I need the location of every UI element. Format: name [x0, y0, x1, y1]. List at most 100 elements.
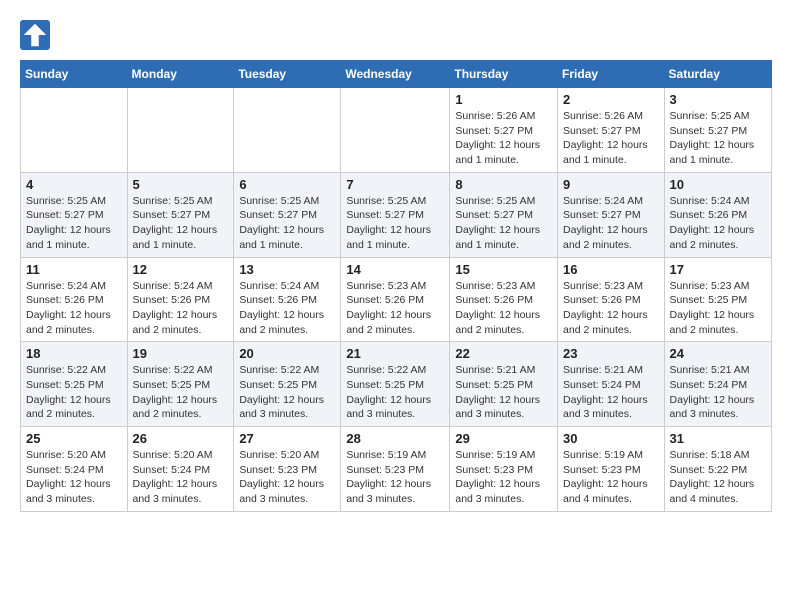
calendar-cell: 22 Sunrise: 5:21 AM Sunset: 5:25 PM Dayli… — [450, 342, 558, 427]
day-info: Sunrise: 5:25 AM Sunset: 5:27 PM Dayligh… — [26, 194, 122, 253]
calendar-cell: 19 Sunrise: 5:22 AM Sunset: 5:25 PM Dayli… — [127, 342, 234, 427]
day-info: Sunrise: 5:20 AM Sunset: 5:24 PM Dayligh… — [133, 448, 229, 507]
day-number: 4 — [26, 177, 122, 192]
page-header — [20, 20, 772, 50]
calendar-cell: 14 Sunrise: 5:23 AM Sunset: 5:26 PM Dayli… — [341, 257, 450, 342]
calendar-cell: 23Sunrise: 5:21 AM Sunset: 5:24 PM Dayli… — [558, 342, 665, 427]
calendar-cell: 24 Sunrise: 5:21 AM Sunset: 5:24 PM Dayli… — [664, 342, 771, 427]
day-number: 19 — [133, 346, 229, 361]
day-info: Sunrise: 5:22 AM Sunset: 5:25 PM Dayligh… — [239, 363, 335, 422]
day-number: 30 — [563, 431, 659, 446]
day-info: Sunrise: 5:21 AM Sunset: 5:24 PM Dayligh… — [563, 363, 659, 422]
day-info: Sunrise: 5:25 AM Sunset: 5:27 PM Dayligh… — [346, 194, 444, 253]
calendar-week-row: 18Sunrise: 5:22 AM Sunset: 5:25 PM Dayli… — [21, 342, 772, 427]
calendar-cell: 10Sunrise: 5:24 AM Sunset: 5:26 PM Dayli… — [664, 172, 771, 257]
calendar-table: SundayMondayTuesdayWednesdayThursdayFrid… — [20, 60, 772, 512]
day-info: Sunrise: 5:20 AM Sunset: 5:24 PM Dayligh… — [26, 448, 122, 507]
day-number: 5 — [133, 177, 229, 192]
day-info: Sunrise: 5:18 AM Sunset: 5:22 PM Dayligh… — [670, 448, 766, 507]
day-info: Sunrise: 5:24 AM Sunset: 5:27 PM Dayligh… — [563, 194, 659, 253]
weekday-header-monday: Monday — [127, 61, 234, 88]
day-number: 20 — [239, 346, 335, 361]
day-info: Sunrise: 5:26 AM Sunset: 5:27 PM Dayligh… — [455, 109, 552, 168]
calendar-cell — [127, 88, 234, 173]
calendar-cell: 26 Sunrise: 5:20 AM Sunset: 5:24 PM Dayli… — [127, 427, 234, 512]
calendar-cell: 5 Sunrise: 5:25 AM Sunset: 5:27 PM Daylig… — [127, 172, 234, 257]
logo — [20, 20, 54, 50]
logo-icon — [20, 20, 50, 50]
day-number: 7 — [346, 177, 444, 192]
calendar-cell: 2 Sunrise: 5:26 AM Sunset: 5:27 PM Daylig… — [558, 88, 665, 173]
weekday-header-row: SundayMondayTuesdayWednesdayThursdayFrid… — [21, 61, 772, 88]
day-number: 27 — [239, 431, 335, 446]
day-number: 13 — [239, 262, 335, 277]
day-info: Sunrise: 5:20 AM Sunset: 5:23 PM Dayligh… — [239, 448, 335, 507]
day-info: Sunrise: 5:22 AM Sunset: 5:25 PM Dayligh… — [133, 363, 229, 422]
calendar-week-row: 11 Sunrise: 5:24 AM Sunset: 5:26 PM Dayli… — [21, 257, 772, 342]
calendar-cell — [21, 88, 128, 173]
day-number: 8 — [455, 177, 552, 192]
day-info: Sunrise: 5:23 AM Sunset: 5:26 PM Dayligh… — [455, 279, 552, 338]
calendar-week-row: 25 Sunrise: 5:20 AM Sunset: 5:24 PM Dayli… — [21, 427, 772, 512]
day-number: 17 — [670, 262, 766, 277]
calendar-cell: 18Sunrise: 5:22 AM Sunset: 5:25 PM Dayli… — [21, 342, 128, 427]
day-number: 3 — [670, 92, 766, 107]
calendar-cell: 11Sunrise: 5:24 AM Sunset: 5:26 PM Dayli… — [21, 257, 128, 342]
day-number: 15 — [455, 262, 552, 277]
day-info: Sunrise: 5:23 AM Sunset: 5:26 PM Dayligh… — [563, 279, 659, 338]
day-number: 12 — [133, 262, 229, 277]
weekday-header-saturday: Saturday — [664, 61, 771, 88]
calendar-cell: 15 Sunrise: 5:23 AM Sunset: 5:26 PM Dayli… — [450, 257, 558, 342]
day-number: 21 — [346, 346, 444, 361]
calendar-cell: 3Sunrise: 5:25 AM Sunset: 5:27 PM Daylig… — [664, 88, 771, 173]
day-number: 2 — [563, 92, 659, 107]
calendar-cell: 8 Sunrise: 5:25 AM Sunset: 5:27 PM Daylig… — [450, 172, 558, 257]
weekday-header-tuesday: Tuesday — [234, 61, 341, 88]
day-info: Sunrise: 5:21 AM Sunset: 5:24 PM Dayligh… — [670, 363, 766, 422]
day-info: Sunrise: 5:23 AM Sunset: 5:25 PM Dayligh… — [670, 279, 766, 338]
day-number: 6 — [239, 177, 335, 192]
calendar-cell: 7 Sunrise: 5:25 AM Sunset: 5:27 PM Daylig… — [341, 172, 450, 257]
day-info: Sunrise: 5:26 AM Sunset: 5:27 PM Dayligh… — [563, 109, 659, 168]
day-number: 9 — [563, 177, 659, 192]
weekday-header-friday: Friday — [558, 61, 665, 88]
day-number: 26 — [133, 431, 229, 446]
calendar-cell: 12 Sunrise: 5:24 AM Sunset: 5:26 PM Dayli… — [127, 257, 234, 342]
calendar-cell — [341, 88, 450, 173]
calendar-cell: 9 Sunrise: 5:24 AM Sunset: 5:27 PM Daylig… — [558, 172, 665, 257]
day-info: Sunrise: 5:25 AM Sunset: 5:27 PM Dayligh… — [239, 194, 335, 253]
calendar-cell: 1 Sunrise: 5:26 AM Sunset: 5:27 PM Daylig… — [450, 88, 558, 173]
calendar-cell — [234, 88, 341, 173]
day-info: Sunrise: 5:19 AM Sunset: 5:23 PM Dayligh… — [563, 448, 659, 507]
day-number: 22 — [455, 346, 552, 361]
day-info: Sunrise: 5:24 AM Sunset: 5:26 PM Dayligh… — [133, 279, 229, 338]
day-info: Sunrise: 5:23 AM Sunset: 5:26 PM Dayligh… — [346, 279, 444, 338]
day-number: 31 — [670, 431, 766, 446]
day-number: 24 — [670, 346, 766, 361]
weekday-header-sunday: Sunday — [21, 61, 128, 88]
day-number: 25 — [26, 431, 122, 446]
calendar-cell: 16 Sunrise: 5:23 AM Sunset: 5:26 PM Dayli… — [558, 257, 665, 342]
day-info: Sunrise: 5:25 AM Sunset: 5:27 PM Dayligh… — [133, 194, 229, 253]
calendar-cell: 31 Sunrise: 5:18 AM Sunset: 5:22 PM Dayli… — [664, 427, 771, 512]
day-number: 1 — [455, 92, 552, 107]
day-number: 14 — [346, 262, 444, 277]
calendar-cell: 6 Sunrise: 5:25 AM Sunset: 5:27 PM Daylig… — [234, 172, 341, 257]
calendar-cell: 29Sunrise: 5:19 AM Sunset: 5:23 PM Dayli… — [450, 427, 558, 512]
calendar-cell: 28Sunrise: 5:19 AM Sunset: 5:23 PM Dayli… — [341, 427, 450, 512]
calendar-week-row: 1 Sunrise: 5:26 AM Sunset: 5:27 PM Daylig… — [21, 88, 772, 173]
calendar-week-row: 4 Sunrise: 5:25 AM Sunset: 5:27 PM Daylig… — [21, 172, 772, 257]
day-info: Sunrise: 5:24 AM Sunset: 5:26 PM Dayligh… — [239, 279, 335, 338]
day-info: Sunrise: 5:21 AM Sunset: 5:25 PM Dayligh… — [455, 363, 552, 422]
calendar-cell: 13 Sunrise: 5:24 AM Sunset: 5:26 PM Dayli… — [234, 257, 341, 342]
day-info: Sunrise: 5:19 AM Sunset: 5:23 PM Dayligh… — [455, 448, 552, 507]
day-info: Sunrise: 5:25 AM Sunset: 5:27 PM Dayligh… — [455, 194, 552, 253]
day-info: Sunrise: 5:22 AM Sunset: 5:25 PM Dayligh… — [346, 363, 444, 422]
day-number: 10 — [670, 177, 766, 192]
weekday-header-thursday: Thursday — [450, 61, 558, 88]
calendar-cell: 30 Sunrise: 5:19 AM Sunset: 5:23 PM Dayli… — [558, 427, 665, 512]
day-number: 11 — [26, 262, 122, 277]
day-number: 16 — [563, 262, 659, 277]
day-info: Sunrise: 5:22 AM Sunset: 5:25 PM Dayligh… — [26, 363, 122, 422]
day-info: Sunrise: 5:19 AM Sunset: 5:23 PM Dayligh… — [346, 448, 444, 507]
